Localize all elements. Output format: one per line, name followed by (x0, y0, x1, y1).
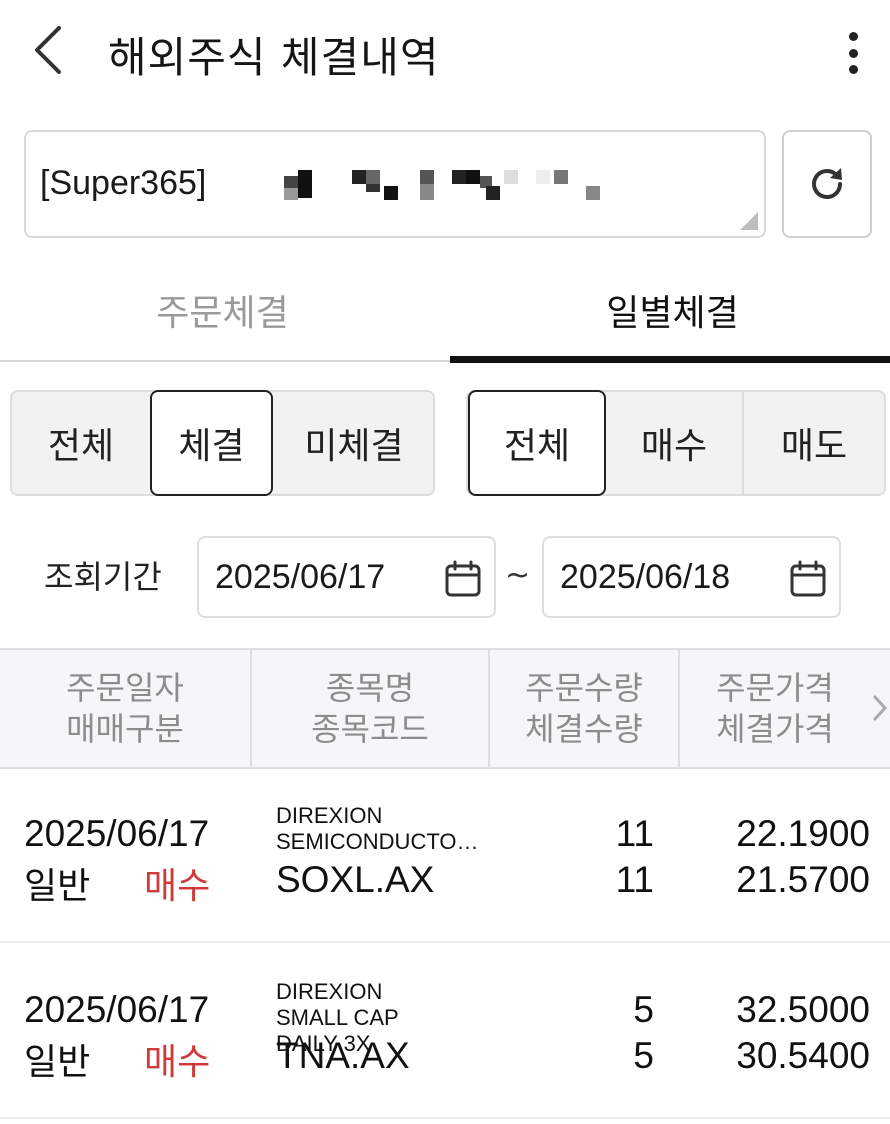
row-side: 매수 (144, 1042, 211, 1083)
column-header-date-type: 주문일자 매매구분 (0, 650, 250, 767)
more-options-button[interactable] (836, 28, 870, 78)
chevron-right-icon[interactable] (872, 694, 888, 722)
refresh-icon (812, 168, 842, 199)
row-exec-qty: 11 (615, 859, 654, 900)
more-dot (848, 65, 858, 74)
filter-status-unexecuted[interactable]: 미체결 (273, 390, 435, 496)
tab-bar: 주문체결 일별체결 (0, 262, 890, 363)
filter-status-executed[interactable]: 체결 (150, 390, 273, 496)
column-header-line: 주문일자 (66, 668, 184, 707)
masked-account-number (256, 170, 600, 200)
refresh-button[interactable] (782, 130, 872, 238)
row-exec-price: 30.5400 (736, 1035, 870, 1076)
row-order-qty: 11 (615, 813, 654, 854)
resize-corner-icon (740, 212, 758, 230)
row-side: 매수 (144, 866, 211, 907)
column-header-line: 주문가격 (716, 668, 834, 707)
calendar-icon[interactable] (444, 560, 482, 598)
filter-side-all[interactable]: 전체 (468, 390, 606, 496)
table-row[interactable]: 2025/06/17 일반 매수 DIREXION SEMICONDUCTO… … (0, 769, 890, 943)
account-selector[interactable]: [Super365] (24, 130, 766, 238)
period-label: 조회기간 (44, 558, 162, 596)
row-order-type: 일반 (24, 866, 91, 907)
tab-daily-execution[interactable]: 일별체결 (450, 262, 890, 358)
date-to-value: 2025/06/18 (560, 558, 731, 596)
account-label: [Super365] (40, 164, 207, 202)
column-header-line: 주문수량 (525, 668, 643, 707)
row-order-type: 일반 (24, 1042, 91, 1083)
more-dot (848, 48, 858, 58)
app-header: 해외주식 체결내역 (0, 0, 890, 104)
column-header-line: 종목명 (325, 668, 415, 707)
column-header-line: 종목코드 (311, 709, 429, 748)
row-date: 2025/06/17 (24, 989, 210, 1030)
row-stock-code: TNA.AX (276, 1035, 410, 1076)
date-to-field[interactable]: 2025/06/18 (542, 536, 841, 618)
status-filter-group: 전체 체결 미체결 (10, 390, 435, 496)
row-exec-price: 21.5700 (736, 859, 870, 900)
column-header-line: 체결가격 (716, 709, 834, 748)
table-row[interactable]: 2025/06/17 일반 매수 DIREXION SMALL CAP DAIL… (0, 945, 890, 1119)
row-order-qty: 5 (633, 989, 654, 1030)
column-header-price: 주문가격 체결가격 (680, 650, 870, 767)
date-from-value: 2025/06/17 (215, 558, 386, 596)
row-exec-qty: 5 (633, 1035, 654, 1076)
row-stock-code: SOXL.AX (276, 859, 435, 900)
row-stock-name: DIREXION SEMICONDUCTO… (276, 803, 479, 854)
back-button[interactable] (28, 22, 68, 78)
tab-order-execution[interactable]: 주문체결 (0, 262, 445, 358)
chevron-left-icon (35, 26, 61, 74)
column-header-line: 매매구분 (66, 709, 184, 748)
row-order-price: 32.5000 (736, 989, 870, 1030)
column-header-name-code: 종목명 종목코드 (252, 650, 488, 767)
filter-side-buy[interactable]: 매수 (606, 390, 742, 496)
date-from-field[interactable]: 2025/06/17 (197, 536, 496, 618)
filter-status-all[interactable]: 전체 (12, 390, 150, 496)
row-date: 2025/06/17 (24, 813, 210, 854)
page-title: 해외주식 체결내역 (108, 33, 440, 82)
period-separator: ~ (505, 558, 531, 593)
filter-side-sell[interactable]: 매도 (744, 390, 884, 496)
side-filter-group: 전체 매수 매도 (466, 390, 886, 496)
table-header: 주문일자 매매구분 종목명 종목코드 주문수량 체결수량 주문가격 체결가격 (0, 648, 890, 769)
row-order-price: 22.1900 (736, 813, 870, 854)
column-header-line: 체결수량 (525, 709, 643, 748)
calendar-icon[interactable] (789, 560, 827, 598)
tab-active-indicator (450, 356, 890, 363)
more-vertical-icon (848, 32, 858, 41)
column-header-quantity: 주문수량 체결수량 (490, 650, 678, 767)
